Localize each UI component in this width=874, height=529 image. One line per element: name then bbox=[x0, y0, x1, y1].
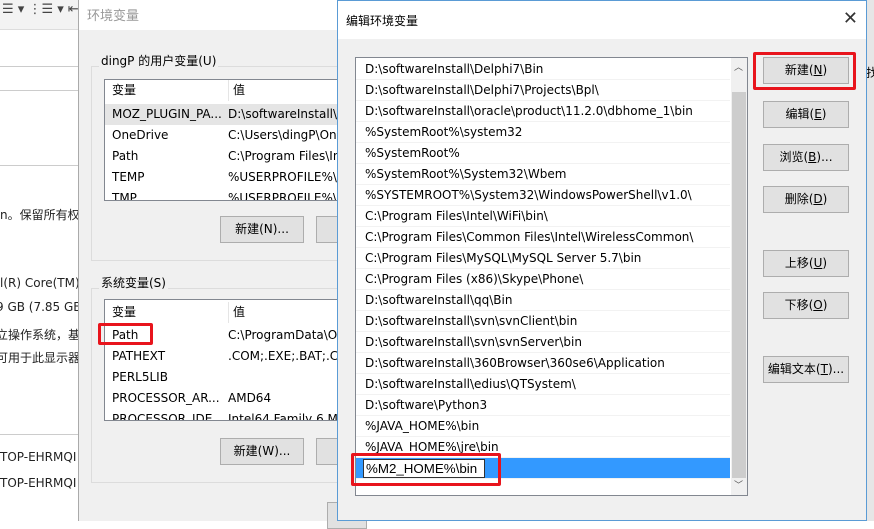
scroll-down-icon[interactable]: ﹀ bbox=[734, 478, 743, 491]
background-text: 找 bbox=[866, 66, 874, 80]
variable-row[interactable]: TEMP %USERPROFILE%\A bbox=[105, 167, 353, 188]
scroll-up-icon[interactable]: ︿ bbox=[734, 60, 743, 73]
variable-name: PROCESSOR_AR... bbox=[112, 391, 220, 405]
path-item[interactable]: D:\softwareInstall\edius\QTSystem\ bbox=[356, 374, 730, 395]
variable-value: .COM;.EXE;.BAT;.CM bbox=[228, 349, 349, 363]
path-item[interactable]: %SystemRoot%\system32 bbox=[356, 122, 730, 143]
system-new-button[interactable]: 新建(W)... bbox=[220, 438, 304, 465]
system-variables-list[interactable]: 变量 值 Path C:\ProgramData\O PATHEXT .COM;.EX… bbox=[104, 299, 354, 421]
variable-value: C:\Program Files\In bbox=[228, 149, 341, 163]
doc-text: 立操作系统，基 bbox=[0, 328, 81, 342]
variable-row[interactable]: OneDrive C:\Users\dingP\On bbox=[105, 125, 353, 146]
move-up-button[interactable]: 上移(U) bbox=[763, 250, 849, 277]
highlight-box bbox=[98, 323, 153, 345]
doc-text: l(R) Core(TM) bbox=[0, 276, 80, 290]
browse-button[interactable]: 浏览(B)... bbox=[763, 144, 849, 171]
variable-name: TMP bbox=[112, 191, 137, 201]
variable-row[interactable]: MOZ_PLUGIN_PA... D:\softwareInstall\p bbox=[105, 104, 353, 125]
path-item[interactable]: D:\softwareInstall\qq\Bin bbox=[356, 290, 730, 311]
path-item[interactable]: %SystemRoot%\System32\Wbem bbox=[356, 164, 730, 185]
column-header-value[interactable]: 值 bbox=[228, 302, 245, 323]
variable-value: %USERPROFILE%\A bbox=[228, 191, 346, 201]
variable-name: TEMP bbox=[112, 170, 145, 184]
variable-name: PROCESSOR_IDE... bbox=[112, 412, 224, 421]
variable-name: MOZ_PLUGIN_PA... bbox=[112, 107, 222, 121]
divider bbox=[0, 66, 80, 67]
highlight-box bbox=[351, 453, 501, 486]
divider bbox=[0, 165, 80, 166]
path-item[interactable]: D:\softwareInstall\oracle\product\11.2.0… bbox=[356, 101, 730, 122]
variable-value: D:\softwareInstall\p bbox=[228, 107, 345, 121]
scrollbar-thumb[interactable] bbox=[732, 92, 746, 478]
move-down-button[interactable]: 下移(O) bbox=[763, 292, 849, 319]
variable-value: C:\Users\dingP\On bbox=[228, 128, 337, 142]
variable-name: Path bbox=[112, 149, 139, 163]
column-header-value[interactable]: 值 bbox=[228, 80, 245, 101]
path-item[interactable]: C:\Program Files (x86)\Skype\Phone\ bbox=[356, 269, 730, 290]
path-item[interactable]: D:\software\Python3 bbox=[356, 395, 730, 416]
user-variables-label: dingP 的用户变量(U) bbox=[99, 52, 219, 69]
doc-text: n。保留所有权 bbox=[0, 208, 80, 222]
dialog-title: 环境变量 bbox=[79, 0, 349, 30]
path-item[interactable]: %JAVA_HOME%\bin bbox=[356, 416, 730, 437]
divider bbox=[0, 90, 80, 91]
variable-row[interactable]: PATHEXT .COM;.EXE;.BAT;.CM bbox=[105, 346, 353, 367]
path-item[interactable]: C:\Program Files\MySQL\MySQL Server 5.7\… bbox=[356, 248, 730, 269]
edit-button[interactable]: 编辑(E) bbox=[763, 101, 849, 128]
variable-name: PATHEXT bbox=[112, 349, 166, 363]
highlight-box bbox=[753, 52, 856, 90]
variable-row[interactable]: PROCESSOR_IDE... Intel64 Family 6 Mo bbox=[105, 409, 353, 421]
user-variables-list[interactable]: 变量 值 MOZ_PLUGIN_PA... D:\softwareInstall\… bbox=[104, 79, 354, 201]
user-new-button[interactable]: 新建(N)... bbox=[220, 216, 304, 243]
background-window: 找 bbox=[866, 0, 874, 521]
delete-button[interactable]: 删除(D) bbox=[763, 186, 849, 213]
doc-text: TOP-EHRMQI bbox=[0, 476, 77, 490]
variable-value: C:\ProgramData\O bbox=[228, 328, 338, 342]
path-item[interactable]: D:\softwareInstall\svn\svnClient\bin bbox=[356, 311, 730, 332]
doc-text: 9 GB (7.85 GB bbox=[0, 300, 82, 314]
path-item[interactable]: D:\softwareInstall\Delphi7\Bin bbox=[356, 59, 730, 80]
background-document: ☰ ▾ ⋮☰ ▾ ⇤☰ n。保留所有权 l(R) Core(TM) 9 GB (… bbox=[0, 0, 82, 521]
dialog-title: 编辑环境变量 bbox=[338, 1, 866, 39]
doc-text: 可用于此显示器 bbox=[0, 351, 81, 365]
variable-name: PERL5LIB bbox=[112, 370, 168, 384]
doc-text: TOP-EHRMQI bbox=[0, 450, 77, 464]
variable-value: %USERPROFILE%\A bbox=[228, 170, 346, 184]
column-header-variable[interactable]: 变量 bbox=[112, 302, 136, 323]
path-item[interactable]: %SystemRoot% bbox=[356, 143, 730, 164]
variable-row[interactable]: PERL5LIB bbox=[105, 367, 353, 388]
variable-value: AMD64 bbox=[228, 391, 272, 405]
path-item[interactable]: %SYSTEMROOT%\System32\WindowsPowerShell\… bbox=[356, 185, 730, 206]
edit-text-button[interactable]: 编辑文本(T)... bbox=[763, 356, 849, 383]
path-item[interactable]: D:\softwareInstall\Delphi7\Projects\Bpl\ bbox=[356, 80, 730, 101]
environment-variables-dialog: 环境变量 dingP 的用户变量(U) 变量 值 MOZ_PLUGIN_PA..… bbox=[78, 0, 367, 529]
edit-environment-variable-dialog: 编辑环境变量 ✕ D:\softwareInstall\Delphi7\Bin D… bbox=[337, 0, 867, 521]
path-item[interactable]: C:\Program Files\Common Files\Intel\Wire… bbox=[356, 227, 730, 248]
path-list[interactable]: D:\softwareInstall\Delphi7\Bin D:\softwar… bbox=[355, 57, 748, 496]
scrollbar[interactable]: ︿ ﹀ bbox=[731, 58, 747, 495]
path-item[interactable]: D:\softwareInstall\360Browser\360se6\App… bbox=[356, 353, 730, 374]
path-item[interactable]: D:\softwareInstall\svn\svnServer\bin bbox=[356, 332, 730, 353]
variable-row[interactable]: TMP %USERPROFILE%\A bbox=[105, 188, 353, 201]
close-icon[interactable]: ✕ bbox=[843, 8, 858, 29]
column-header-variable[interactable]: 变量 bbox=[112, 80, 136, 101]
document-toolbar[interactable]: ☰ ▾ ⋮☰ ▾ ⇤☰ bbox=[0, 0, 80, 30]
variable-value: Intel64 Family 6 Mo bbox=[228, 412, 346, 421]
divider bbox=[0, 434, 80, 435]
variable-row[interactable]: PROCESSOR_AR... AMD64 bbox=[105, 388, 353, 409]
path-item[interactable]: C:\Program Files\Intel\WiFi\bin\ bbox=[356, 206, 730, 227]
variable-row[interactable]: Path C:\Program Files\In bbox=[105, 146, 353, 167]
system-variables-label: 系统变量(S) bbox=[99, 274, 168, 291]
variable-name: OneDrive bbox=[112, 128, 169, 142]
